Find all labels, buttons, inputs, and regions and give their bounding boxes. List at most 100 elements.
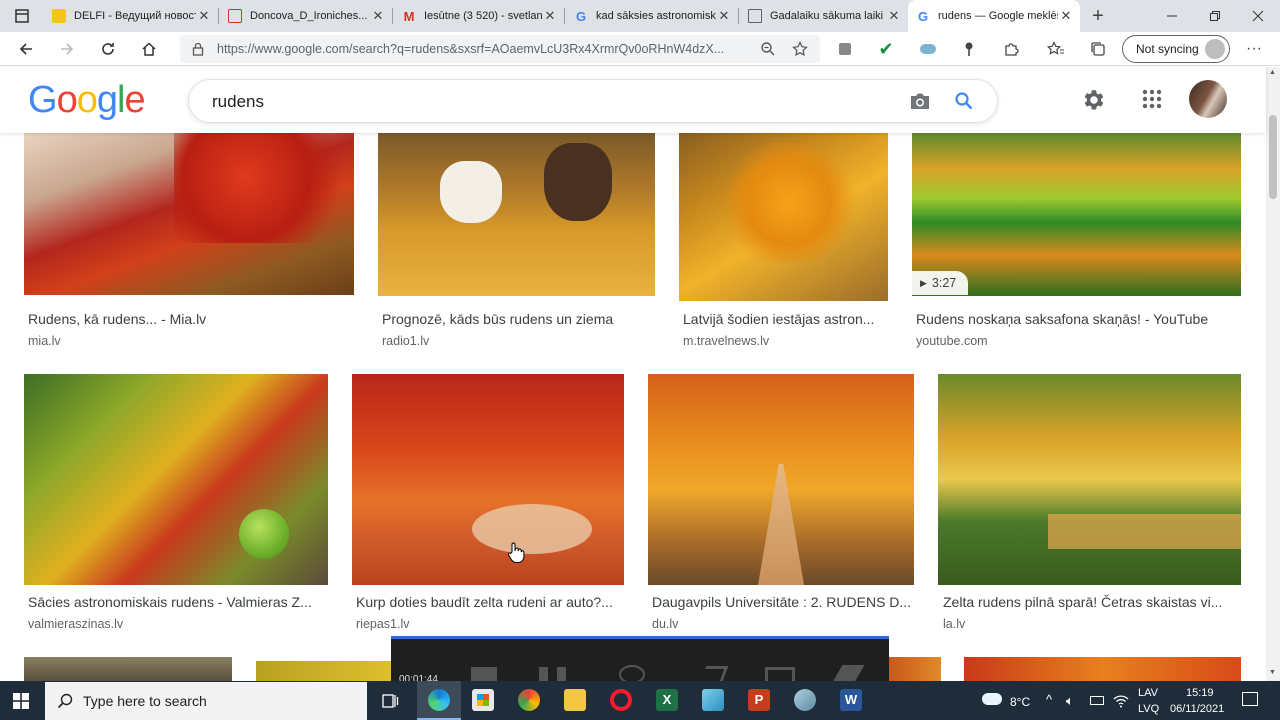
minimize-icon[interactable] <box>1160 4 1184 28</box>
result-image[interactable] <box>378 133 655 296</box>
close-icon[interactable]: ✕ <box>716 8 732 24</box>
wifi-icon[interactable] <box>1113 694 1129 713</box>
tab-gmail[interactable]: M Iesūtne (3 520) - svetlana ✕ <box>394 0 564 32</box>
scroll-down-icon[interactable]: ▼ <box>1269 669 1276 676</box>
tab-title: DELFI - Ведущий новостной портал <box>74 10 196 22</box>
weather-cloud-icon[interactable] <box>982 693 1002 705</box>
result-caption[interactable]: Sācies astronomiskais rudens - Valmieras… <box>28 594 328 610</box>
lock-icon[interactable] <box>192 42 204 61</box>
tab-google-search[interactable]: G kad sāksies astronomiskais rudens ✕ <box>566 0 738 32</box>
restore-icon[interactable] <box>1203 4 1227 28</box>
cloud-extension-icon[interactable] <box>916 37 940 61</box>
file-explorer-icon[interactable] <box>564 689 586 711</box>
result-image[interactable] <box>24 657 232 681</box>
result-image[interactable] <box>24 133 354 295</box>
search-icon[interactable] <box>954 91 974 116</box>
tab-title: Gadalaiku sākuma laiki <box>770 10 884 22</box>
result-image[interactable] <box>679 133 888 301</box>
result-domain: youtube.com <box>916 334 988 348</box>
account-avatar[interactable] <box>1189 80 1227 118</box>
result-image[interactable] <box>352 374 624 585</box>
checkmark-extension-icon[interactable]: ✔ <box>874 37 898 61</box>
tab-title: kad sāksies astronomiskais rudens <box>596 10 716 22</box>
tab-title: Doncova_D_Ironiches... <box>250 10 368 22</box>
result-caption[interactable]: Prognozē, kāds būs rudens un ziema <box>382 311 652 327</box>
result-caption[interactable]: Rudens noskaņa saksafona skaņās! - YouTu… <box>916 311 1246 327</box>
chevron-up-icon[interactable]: ^ <box>1046 692 1052 707</box>
taskbar-search-box[interactable]: Type here to search <box>45 682 367 720</box>
profile-sync-button[interactable]: Not syncing <box>1122 35 1230 63</box>
camera-icon[interactable] <box>909 91 931 116</box>
clock-time[interactable]: 15:19 <box>1186 687 1214 699</box>
close-icon[interactable]: ✕ <box>370 8 386 24</box>
google-header: Google rudens <box>0 67 1266 133</box>
close-icon[interactable]: ✕ <box>542 8 558 24</box>
tab-delfi[interactable]: DELFI - Ведущий новостной портал ✕ <box>44 0 218 32</box>
search-input[interactable]: rudens <box>212 92 264 112</box>
tab-rudens-active[interactable]: G rudens — Google meklēšana ✕ <box>908 0 1080 32</box>
chrome-icon[interactable] <box>518 689 540 711</box>
result-video-thumbnail[interactable]: ▶ 3:27 <box>912 133 1241 296</box>
result-caption[interactable]: Rudens, kā rudens... - Mia.lv <box>28 311 348 327</box>
language-indicator-bottom[interactable]: LVQ <box>1138 703 1159 715</box>
tab-document[interactable]: Gadalaiku sākuma laiki ✕ <box>740 0 908 32</box>
word-icon[interactable]: W <box>840 689 862 711</box>
close-icon[interactable]: ✕ <box>886 8 902 24</box>
battery-icon[interactable] <box>1090 696 1104 705</box>
pdf-favicon-icon <box>228 9 242 23</box>
close-icon[interactable]: ✕ <box>1058 8 1074 24</box>
home-icon[interactable] <box>137 37 161 61</box>
tab-title: Iesūtne (3 520) - svetlana <box>424 10 542 22</box>
new-tab-icon[interactable]: + <box>1086 4 1110 28</box>
result-image[interactable] <box>964 657 1241 681</box>
collections-icon[interactable] <box>1086 37 1110 61</box>
refresh-icon[interactable] <box>96 37 120 61</box>
powerpoint-icon[interactable]: P <box>748 689 770 711</box>
extensions-puzzle-icon[interactable] <box>999 37 1023 61</box>
favorites-icon[interactable] <box>1044 37 1068 61</box>
extension-icon[interactable] <box>833 37 857 61</box>
task-view-icon[interactable] <box>381 692 399 715</box>
opera-icon[interactable] <box>610 689 632 711</box>
forward-icon[interactable] <box>55 37 79 61</box>
excel-icon[interactable]: X <box>656 689 678 711</box>
result-image[interactable] <box>256 661 396 681</box>
pin-extension-icon[interactable] <box>957 37 981 61</box>
tab-actions-icon[interactable] <box>10 4 34 28</box>
tab-pdf[interactable]: Doncova_D_Ironiches... ✕ <box>220 0 392 32</box>
settings-more-icon[interactable]: ··· <box>1242 37 1266 61</box>
gear-icon[interactable] <box>1080 87 1106 118</box>
scroll-up-icon[interactable]: ▲ <box>1269 69 1276 76</box>
result-image[interactable] <box>24 374 328 585</box>
result-caption[interactable]: Zelta rudens pilnā sparā! Četras skaista… <box>943 594 1243 610</box>
result-image[interactable] <box>889 657 941 681</box>
result-caption[interactable]: Daugavpils Universitāte : 2. RUDENS D... <box>652 594 914 610</box>
zoom-icon[interactable] <box>760 41 776 62</box>
app-icon[interactable] <box>794 689 816 711</box>
notepad-icon[interactable] <box>702 689 724 711</box>
clock-date[interactable]: 06/11/2021 <box>1170 703 1224 715</box>
close-icon[interactable]: ✕ <box>196 8 212 24</box>
address-bar[interactable]: https://www.google.com/search?q=rudens&s… <box>180 35 820 63</box>
microsoft-store-icon[interactable] <box>472 689 494 711</box>
apps-grid-icon[interactable] <box>1142 89 1162 109</box>
weather-temperature[interactable]: 8°C <box>1010 695 1030 709</box>
page-scrollbar[interactable]: ▲ ▼ <box>1266 67 1280 681</box>
result-image[interactable] <box>648 374 914 585</box>
window-close-icon[interactable] <box>1246 4 1270 28</box>
language-indicator-top[interactable]: LAV <box>1138 687 1158 699</box>
google-logo[interactable]: Google <box>28 79 146 122</box>
scrollbar-thumb[interactable] <box>1269 115 1277 199</box>
taskbar-edge-active[interactable] <box>417 681 461 720</box>
speaker-icon[interactable]: 🔈︎ <box>1066 693 1074 709</box>
edge-browser-icon <box>428 689 450 711</box>
notifications-icon[interactable] <box>1242 692 1258 706</box>
result-image[interactable] <box>938 374 1241 585</box>
url-text[interactable]: https://www.google.com/search?q=rudens&s… <box>217 42 737 56</box>
windows-start-icon[interactable] <box>13 693 29 714</box>
result-caption[interactable]: Latvijā šodien iestājas astron... <box>683 311 888 327</box>
result-caption[interactable]: Kurp doties baudīt zelta rudeni ar auto?… <box>356 594 626 610</box>
add-favorite-icon[interactable] <box>792 41 808 62</box>
back-icon[interactable] <box>14 37 38 61</box>
search-box[interactable]: rudens <box>188 79 998 123</box>
